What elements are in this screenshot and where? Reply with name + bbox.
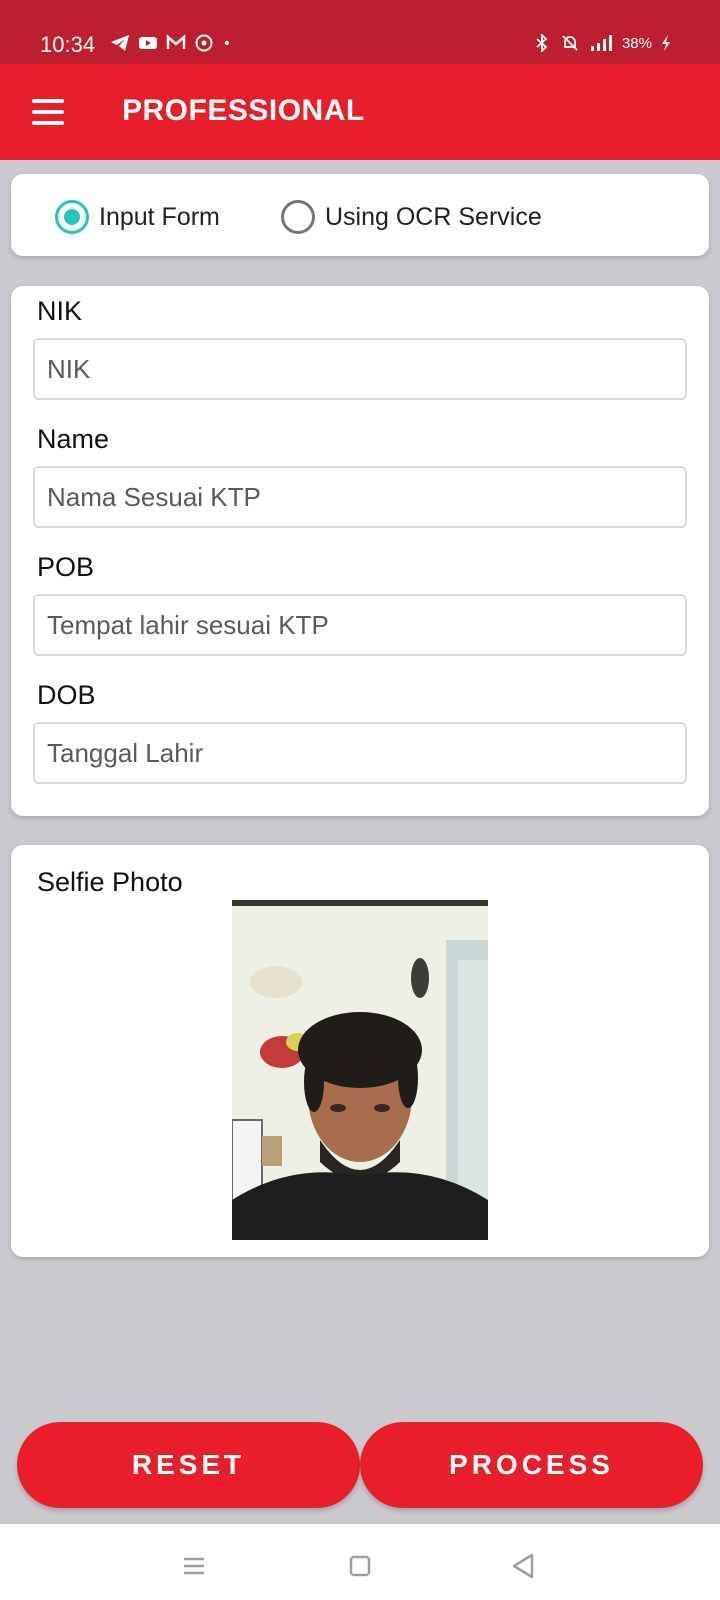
selfie-label: Selfie Photo	[37, 867, 183, 897]
selfie-card: Selfie Photo	[11, 845, 709, 1257]
radio-ocr-service[interactable]: Using OCR Service	[281, 200, 542, 234]
radio-label-input-form: Input Form	[99, 202, 220, 231]
dot-icon	[224, 40, 229, 46]
telegram-icon	[111, 35, 129, 51]
system-icons: 38%	[532, 34, 672, 52]
name-label: Name	[37, 424, 110, 454]
notification-icons	[110, 34, 236, 52]
app-bar: PROFESSIONAL	[0, 64, 720, 160]
reset-button[interactable]: RESET	[17, 1422, 360, 1508]
whatsapp-icon	[195, 34, 213, 52]
radio-checked-icon[interactable]	[55, 200, 89, 234]
name-input[interactable]	[33, 466, 687, 528]
system-nav-bar	[0, 1524, 720, 1600]
gmail-icon	[166, 34, 186, 49]
status-bar: 10:34 38%	[0, 0, 720, 64]
process-button[interactable]: PROCESS	[360, 1422, 703, 1508]
radio-unchecked-icon[interactable]	[281, 200, 315, 234]
recent-apps-icon[interactable]	[174, 1546, 214, 1586]
pob-label: POB	[37, 552, 95, 582]
status-time: 10:34	[40, 32, 96, 57]
battery-percent: 38%	[621, 34, 652, 52]
nik-label: NIK	[37, 296, 83, 326]
selfie-photo[interactable]	[232, 900, 488, 1240]
nik-input[interactable]	[33, 338, 687, 400]
radio-label-ocr-service: Using OCR Service	[325, 202, 542, 231]
dob-label: DOB	[37, 680, 96, 710]
identity-form-card: NIK Name POB DOB	[11, 286, 709, 816]
page-title: PROFESSIONAL	[122, 94, 365, 127]
battery-charging-icon	[662, 35, 670, 51]
youtube-icon	[139, 37, 157, 49]
selfie-image	[232, 900, 488, 1240]
back-icon[interactable]	[504, 1546, 544, 1586]
radio-input-form[interactable]: Input Form	[55, 200, 220, 234]
dob-input[interactable]	[33, 722, 687, 784]
signal-icon	[590, 35, 612, 51]
bluetooth-icon	[536, 34, 548, 52]
mute-icon	[562, 35, 578, 51]
input-mode-card: Input Form Using OCR Service	[11, 174, 709, 256]
pob-input[interactable]	[33, 594, 687, 656]
home-icon[interactable]	[340, 1546, 380, 1586]
menu-icon[interactable]	[28, 92, 68, 132]
